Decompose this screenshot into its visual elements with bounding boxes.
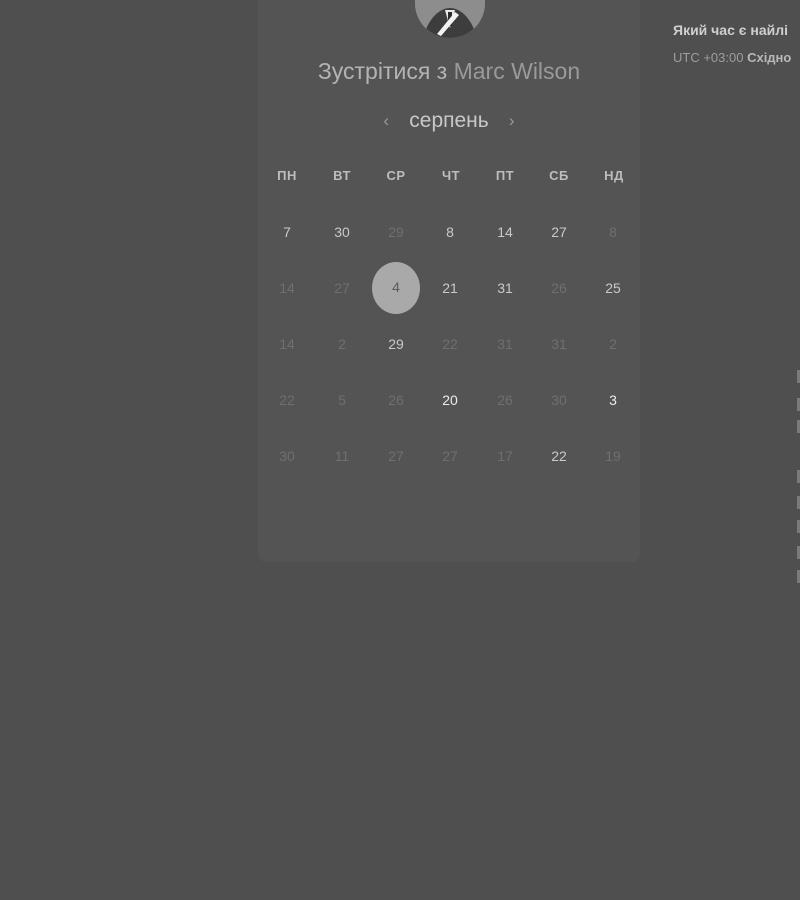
calendar-day: 22 xyxy=(279,392,295,408)
calendar-day[interactable]: 20 xyxy=(425,388,475,412)
calendar-day: 8 xyxy=(609,224,617,240)
calendar-day: 30 xyxy=(279,448,295,464)
timezone-label[interactable]: UTC +03:00 Східно xyxy=(673,50,791,65)
calendar-day: 27 xyxy=(334,280,350,296)
calendar-day: 30 xyxy=(551,392,567,408)
calendar-day: 31 xyxy=(551,336,567,352)
timezone-name: Східно xyxy=(747,50,792,65)
calendar-day[interactable]: 21 xyxy=(425,276,475,300)
calendar-day: 26 xyxy=(551,280,567,296)
calendar-day[interactable]: 31 xyxy=(480,276,530,300)
calendar-day: 26 xyxy=(497,392,513,408)
calendar-day: 19 xyxy=(605,448,621,464)
calendar-day[interactable]: 25 xyxy=(588,276,638,300)
calendar-day: 29 xyxy=(388,224,404,240)
calendar-day: 22 xyxy=(442,336,458,352)
calendar-day: 14 xyxy=(279,336,295,352)
calendar-day-selected[interactable]: 4 xyxy=(372,262,420,314)
calendar-day: 11 xyxy=(334,448,350,464)
calendar-day[interactable]: 7 xyxy=(262,220,312,244)
calendar-day: 5 xyxy=(338,392,346,408)
calendar-day[interactable]: 8 xyxy=(425,220,475,244)
calendar-day: 26 xyxy=(388,392,404,408)
calendar-day: 31 xyxy=(497,336,513,352)
calendar-day[interactable]: 3 xyxy=(588,388,638,412)
calendar-day[interactable]: 29 xyxy=(371,332,421,356)
calendar-day: 2 xyxy=(609,336,617,352)
time-selection-heading: Який час є найлі xyxy=(673,22,789,38)
calendar-grid: 7 30 29 8 14 27 8 14 27 4 21 31 26 25 14 2 29 22 31 31 2 22 5 2… xyxy=(0,0,800,900)
calendar-day: 2 xyxy=(338,336,346,352)
calendar-day: 27 xyxy=(442,448,458,464)
calendar-day: 27 xyxy=(388,448,404,464)
calendar-day[interactable]: 14 xyxy=(480,220,530,244)
timezone-offset: UTC +03:00 xyxy=(673,50,744,65)
calendar-day: 17 xyxy=(497,448,513,464)
calendar-day[interactable]: 27 xyxy=(534,220,584,244)
calendar-day: 14 xyxy=(279,280,295,296)
calendar-day[interactable]: 30 xyxy=(317,220,367,244)
calendar-day[interactable]: 22 xyxy=(534,444,584,468)
